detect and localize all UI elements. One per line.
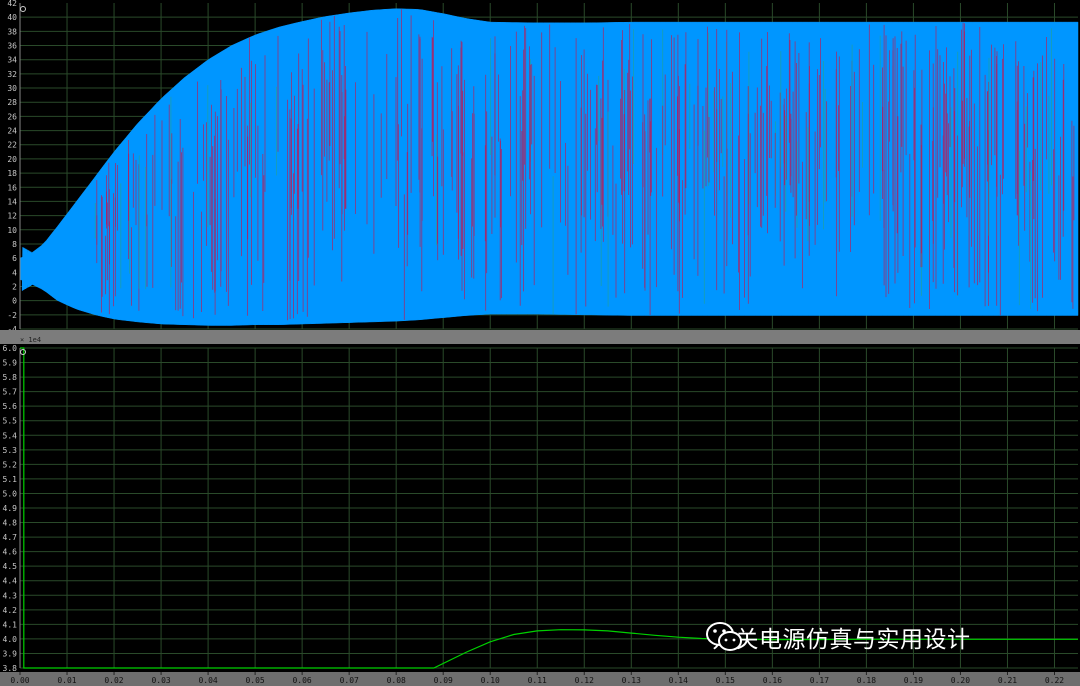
x-axis-bar: 0.00 0.01 0.02 0.03 0.04 0.05 0.06 0.07 0.08 0.09…: [0, 672, 1080, 686]
bottom-y-tick-label: 5.2: [3, 460, 18, 469]
bottom-y-tick-label: 4.2: [3, 606, 18, 615]
top-y-tick-label: 30: [7, 84, 17, 93]
top-y-tick-label: 40: [7, 13, 17, 22]
top-y-tick-label: 14: [7, 197, 17, 206]
top-y-tick-label: 8: [12, 240, 17, 249]
top-y-tick-label: 10: [7, 226, 17, 235]
bottom-y-tick-label: 3.8: [3, 664, 18, 672]
top-y-tick-label: 20: [7, 155, 17, 164]
x-tick-label: 0.05: [245, 676, 264, 685]
bottom-y-tick-label: 6.0: [3, 344, 18, 353]
x-tick-label: 0.19: [904, 676, 923, 685]
bottom-y-tick-label: 4.3: [3, 591, 18, 600]
x-tick-label: 0.16: [763, 676, 782, 685]
top-y-tick-label: 0: [12, 297, 17, 306]
bottom-y-tick-label: 4.7: [3, 533, 18, 542]
top-plot-panel: -4 -2 0 2 4 6 8 10 12 14 16 18 20 22 24 26 28 30 32 34 36 38 4…: [0, 0, 1080, 330]
top-signal-envelope: [19, 8, 1079, 326]
bottom-y-tick-label: 4.8: [3, 519, 18, 528]
top-plot-svg: -4-2024681012141618202224262830323436384…: [7, 0, 1079, 330]
x-tick-label: 0.11: [528, 676, 547, 685]
bottom-y-tick-label: 5.8: [3, 373, 18, 382]
x-tick-label: 0.08: [387, 676, 406, 685]
x-tick-label: 0.09: [434, 676, 453, 685]
x-tick-label: 0.17: [810, 676, 829, 685]
top-cursor-marker-icon: [20, 6, 26, 12]
x-tick-label: 0.01: [57, 676, 76, 685]
top-y-tick-label: 16: [7, 183, 17, 192]
bottom-y-tick-label: 4.1: [3, 620, 18, 629]
watermark: 开关电源仿真与实用设计: [704, 620, 971, 654]
bottom-y-tick-label: 5.1: [3, 475, 18, 484]
bottom-y-tick-label: 5.9: [3, 359, 18, 368]
x-tick-label: 0.04: [198, 676, 217, 685]
plot-divider-bar[interactable]: [0, 330, 1080, 344]
x-tick-label: 0.07: [340, 676, 359, 685]
top-y-tick-label: 6: [12, 254, 17, 263]
watermark-text: 开关电源仿真与实用设计: [712, 627, 971, 653]
bottom-y-tick-label: 5.4: [3, 431, 18, 440]
bottom-y-tick-label: 4.5: [3, 562, 18, 571]
top-y-tick-label: 26: [7, 112, 17, 121]
top-y-tick-label: 18: [7, 169, 17, 178]
x-tick-label: 0.22: [1045, 676, 1064, 685]
bottom-y-tick-label: 5.3: [3, 446, 18, 455]
bottom-y-tick-label: 4.4: [3, 577, 18, 586]
x-tick-label: 0.18: [857, 676, 876, 685]
x-tick-label: 0.14: [669, 676, 688, 685]
top-y-tick-label: 12: [7, 212, 17, 221]
top-y-tick-label: 2: [12, 283, 17, 292]
x-tick-label: 0.06: [292, 676, 311, 685]
top-y-tick-label: 32: [7, 70, 17, 79]
x-tick-label: 0.10: [481, 676, 500, 685]
top-y-tick-label: 38: [7, 27, 17, 36]
top-y-tick-label: 34: [7, 56, 17, 65]
x-tick-label: 0.12: [575, 676, 594, 685]
y-exponent-label: × 1e4: [20, 336, 42, 344]
top-y-tick-label: 24: [7, 127, 17, 136]
bottom-y-tick-label: 5.0: [3, 490, 18, 499]
x-axis-svg: 0.00 0.01 0.02 0.03 0.04 0.05 0.06 0.07 0.08 0.09…: [10, 672, 1064, 685]
bottom-cursor-marker-icon: [20, 349, 26, 355]
x-tick-label: 0.02: [104, 676, 123, 685]
bottom-y-tick-label: 3.9: [3, 650, 18, 659]
bottom-y-tick-label: 4.0: [3, 635, 18, 644]
bottom-y-tick-label: 5.7: [3, 388, 18, 397]
x-tick-label: 0.21: [998, 676, 1017, 685]
top-y-tick-label: 42: [7, 0, 17, 8]
bottom-y-tick-label: 4.6: [3, 548, 18, 557]
x-tick-label: 0.03: [151, 676, 170, 685]
top-y-tick-label: 36: [7, 42, 17, 51]
top-y-tick-label: -2: [7, 311, 17, 320]
x-tick-label: 0.20: [951, 676, 970, 685]
bottom-y-tick-label: 5.6: [3, 402, 18, 411]
bottom-y-tick-label: 4.9: [3, 504, 18, 513]
top-y-tick-label: 22: [7, 141, 17, 150]
top-y-tick-label: 28: [7, 98, 17, 107]
wechat-icon: [706, 622, 742, 651]
x-tick-label: 0.15: [716, 676, 735, 685]
bottom-y-tick-label: 5.5: [3, 417, 18, 426]
x-tick-label: 0.13: [622, 676, 641, 685]
top-y-tick-label: 4: [12, 268, 17, 277]
x-tick-label: 0.00: [10, 676, 29, 685]
